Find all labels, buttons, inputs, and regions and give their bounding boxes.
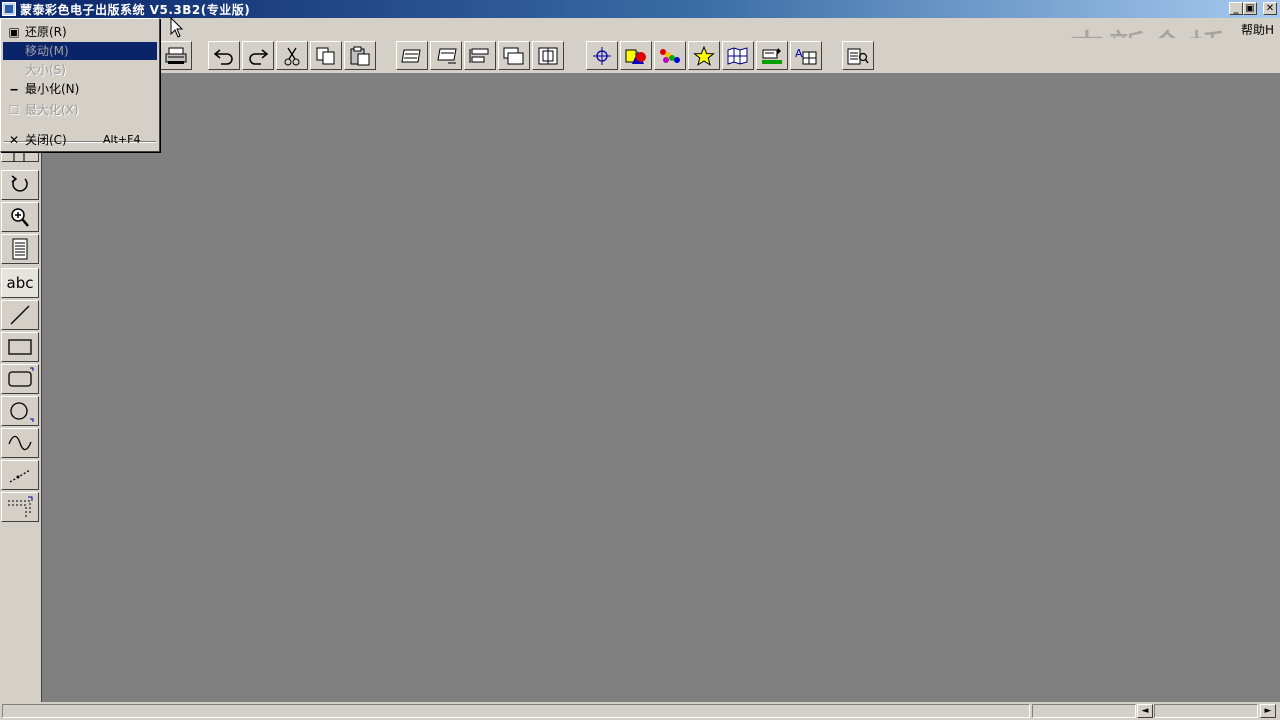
menu-item-restore[interactable]: ▣ 还原(R) xyxy=(3,23,157,41)
bring-forward-icon[interactable] xyxy=(396,41,428,70)
menu-item-move[interactable]: 移动(M) xyxy=(3,42,157,60)
main-toolbar: A xyxy=(0,38,1280,74)
layers-icon[interactable] xyxy=(498,41,530,70)
paste-icon[interactable] xyxy=(344,41,376,70)
toolbar-group-view xyxy=(842,41,876,71)
close-button[interactable]: ✕ xyxy=(1263,2,1277,15)
close-icon: ✕ xyxy=(8,133,20,147)
curve-icon[interactable] xyxy=(1,428,39,458)
toolbar-group-arrange xyxy=(396,41,566,71)
align-icon[interactable] xyxy=(464,41,496,70)
maximize-icon: ☐ xyxy=(8,103,20,117)
tool-palette: abc xyxy=(0,74,42,702)
scroll-track[interactable] xyxy=(1154,704,1258,718)
abc-text-icon[interactable]: abc xyxy=(1,268,39,298)
menu-item-size[interactable]: 大小(S) xyxy=(3,61,157,79)
group-icon[interactable] xyxy=(532,41,564,70)
rotate-icon[interactable] xyxy=(1,170,39,200)
minimize-icon: ‒ xyxy=(9,82,19,96)
toolbar-group-graphics: A xyxy=(586,41,824,71)
status-bar: ◄ ► xyxy=(0,702,1280,720)
undo-icon[interactable] xyxy=(208,41,240,70)
status-panel-main xyxy=(2,704,1030,718)
move-crosshair-icon[interactable] xyxy=(586,41,618,70)
menu-item-close[interactable]: ✕ 关闭(C) Alt+F4 xyxy=(3,131,157,149)
map-icon[interactable] xyxy=(722,41,754,70)
color-palette-icon[interactable] xyxy=(654,41,686,70)
title-bar[interactable]: 蒙泰彩色电子出版系统 V5.3B2(专业版) _ ▣ ✕ xyxy=(0,0,1280,18)
app-icon[interactable] xyxy=(2,2,16,16)
redo-icon[interactable] xyxy=(242,41,274,70)
mouse-cursor-icon xyxy=(170,17,184,38)
star-icon[interactable] xyxy=(688,41,720,70)
rounded-rect-icon[interactable] xyxy=(1,364,39,394)
scroll-right-icon[interactable]: ► xyxy=(1260,704,1276,718)
shapes-color-icon[interactable] xyxy=(620,41,652,70)
copy-icon[interactable] xyxy=(310,41,342,70)
menu-bar: 帮助H xyxy=(0,18,1280,38)
restore-icon: ▣ xyxy=(8,25,20,39)
cut-icon[interactable] xyxy=(276,41,308,70)
print-icon[interactable] xyxy=(160,41,192,70)
minimize-button[interactable]: _ xyxy=(1229,2,1243,15)
menu-item-minimize[interactable]: ‒ 最小化(N) xyxy=(3,80,157,98)
system-menu: ▣ 还原(R) 移动(M) 大小(S) ‒ 最小化(N) ☐ 最大化(X) ✕ … xyxy=(0,18,160,152)
dashed-line-icon[interactable] xyxy=(1,460,39,490)
svg-text:A: A xyxy=(795,47,803,60)
scroll-left-icon[interactable]: ◄ xyxy=(1137,704,1153,718)
send-backward-icon[interactable] xyxy=(430,41,462,70)
rectangle-icon[interactable] xyxy=(1,332,39,362)
abc-tool-label: abc xyxy=(6,274,34,292)
ellipse-icon[interactable] xyxy=(1,396,39,426)
toolbar-group-edit xyxy=(208,41,378,71)
page-icon[interactable] xyxy=(1,234,39,264)
zoom-icon[interactable] xyxy=(1,202,39,232)
status-panel-secondary xyxy=(1032,704,1136,718)
text-grid-icon[interactable]: A xyxy=(790,41,822,70)
menu-help[interactable]: 帮助H xyxy=(1241,21,1274,38)
preview-icon[interactable] xyxy=(842,41,874,70)
fill-icon[interactable] xyxy=(756,41,788,70)
menu-item-maximize[interactable]: ☐ 最大化(X) xyxy=(3,101,157,119)
line-icon[interactable] xyxy=(1,300,39,330)
restore-button[interactable]: ▣ xyxy=(1243,2,1257,15)
table-frame-icon[interactable] xyxy=(1,492,39,522)
window-title: 蒙泰彩色电子出版系统 V5.3B2(专业版) xyxy=(20,3,251,17)
toolbar-group-print xyxy=(160,41,194,71)
